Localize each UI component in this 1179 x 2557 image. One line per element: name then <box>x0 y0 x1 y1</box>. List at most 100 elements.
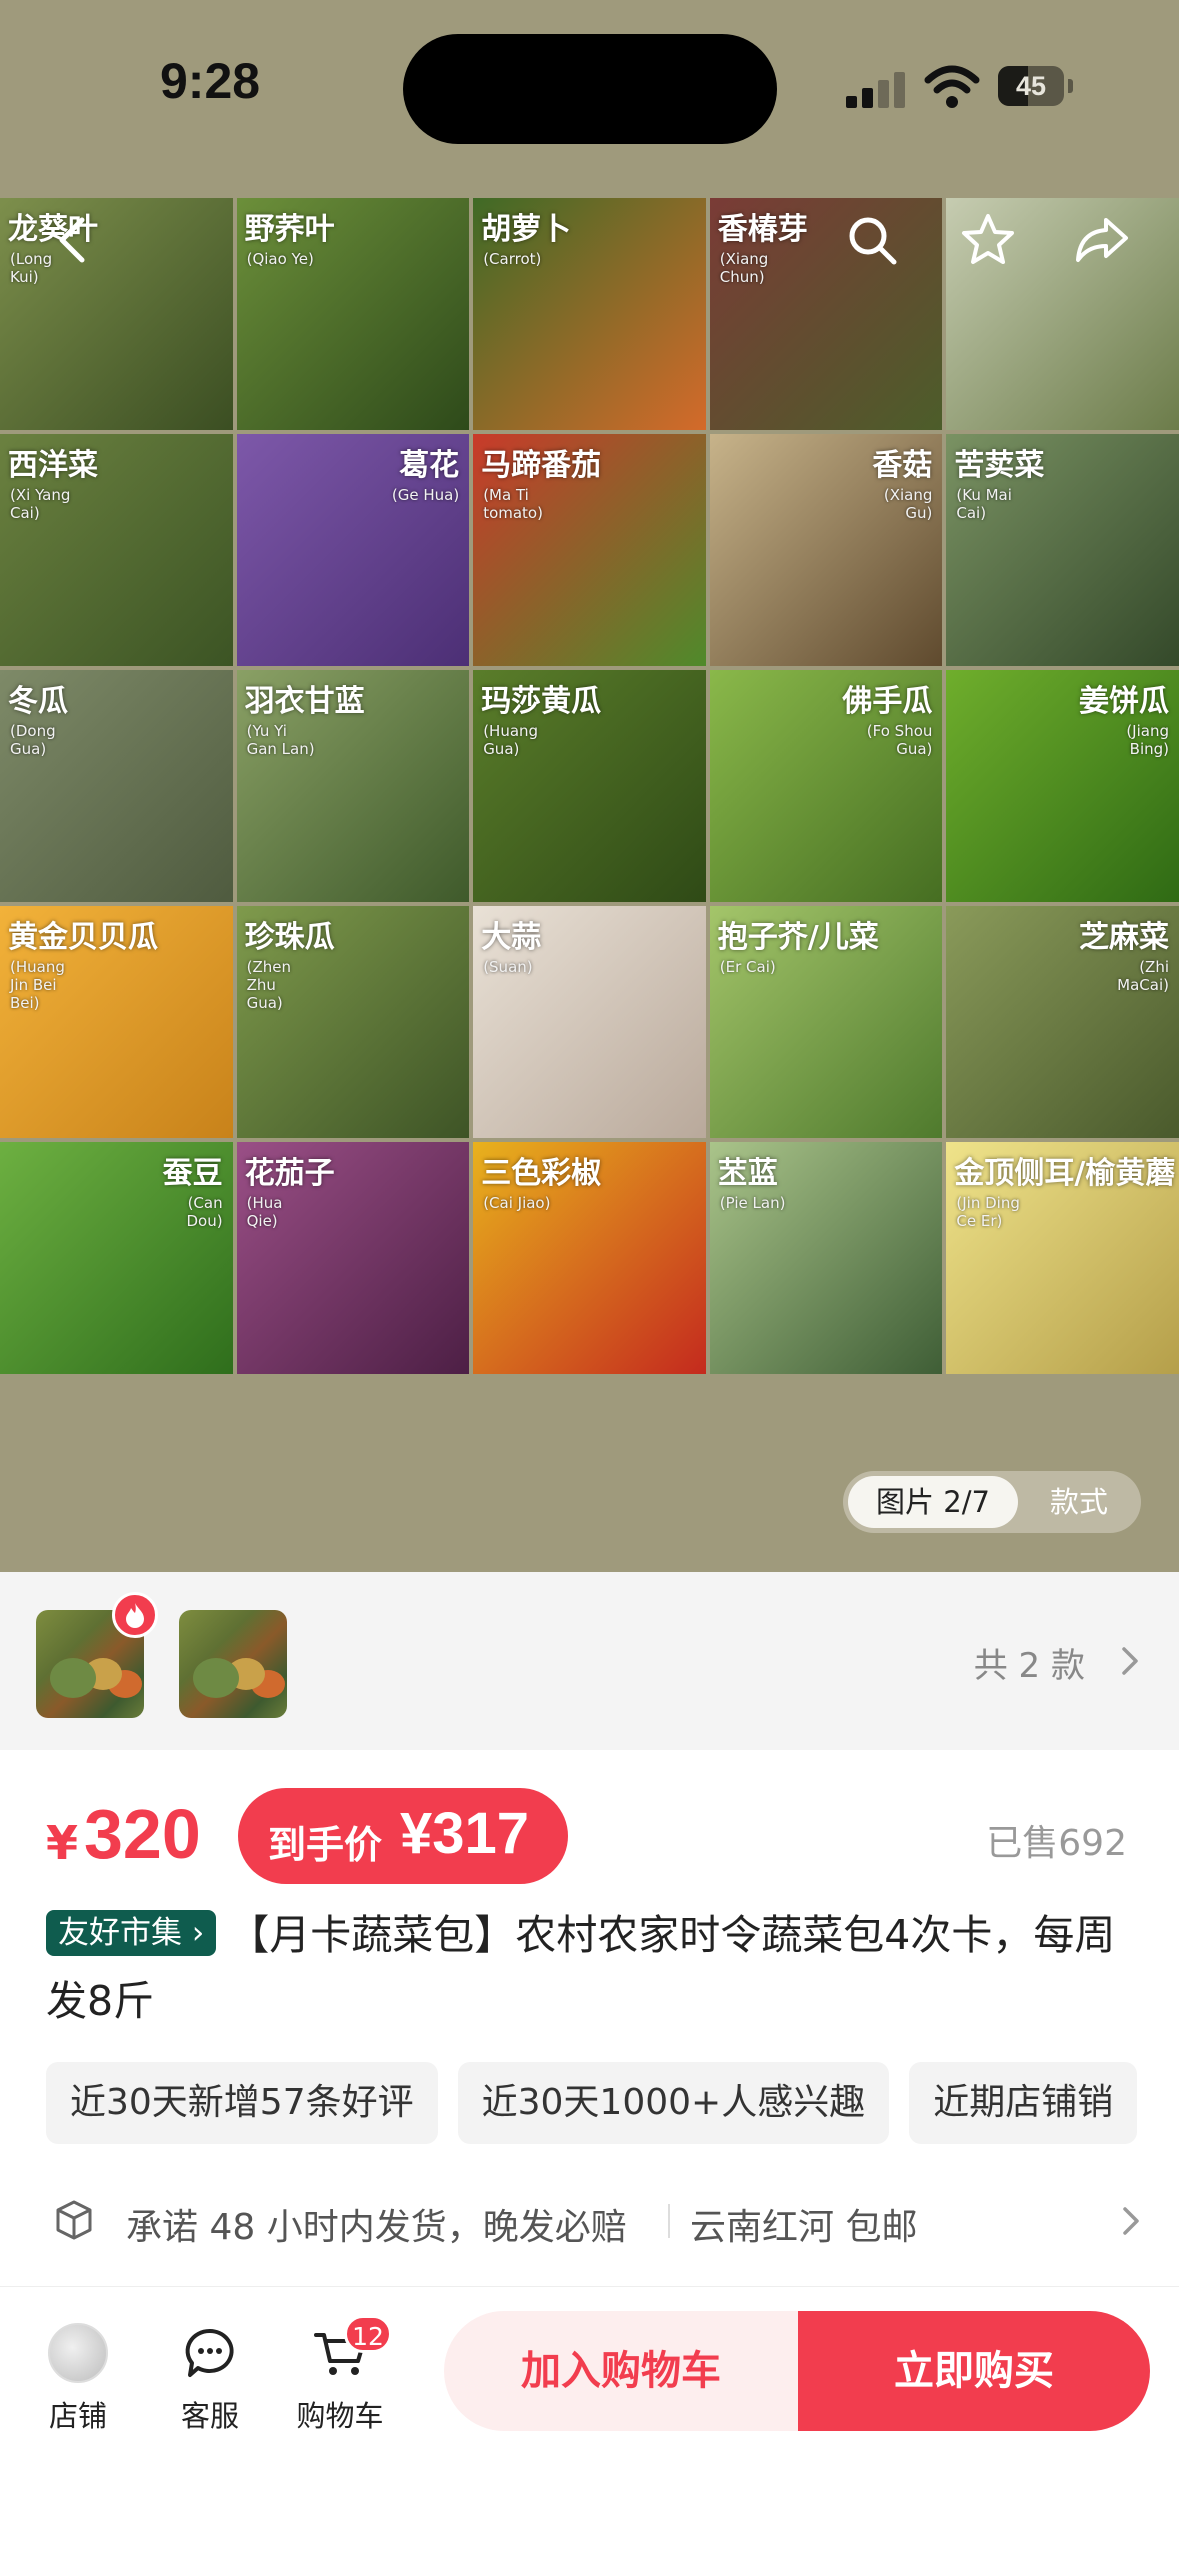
search-icon[interactable] <box>842 210 902 270</box>
style-tab[interactable]: 款式 <box>1021 1476 1137 1528</box>
vegetable-tile: 大蒜 (Suan) <box>473 906 706 1138</box>
vegetable-name: 马蹄番茄 <box>481 448 602 483</box>
sold-count: 已售692 <box>986 1823 1127 1864</box>
hot-flame-icon <box>112 1592 158 1638</box>
wifi-icon <box>924 65 980 108</box>
vegetable-tile: 黄金贝贝瓜 (Huang Jin Bei Bei) <box>0 906 233 1138</box>
vegetable-tile: 三色彩椒 (Cai Jiao) <box>473 1142 706 1374</box>
vegetable-name: 蚕豆 <box>162 1156 223 1191</box>
vegetable-pinyin: (Yu Yi Gan Lan) <box>246 722 315 758</box>
service-label: 客服 <box>180 2399 239 2433</box>
vegetable-name: 羽衣甘蓝 <box>244 684 365 719</box>
vegetable-name: 冬瓜 <box>8 684 68 719</box>
status-time: 9:28 <box>160 53 261 109</box>
chevron-right-icon[interactable] <box>1117 2204 1145 2238</box>
vegetable-tile: 玛莎黄瓜 (Huang Gua) <box>473 670 706 902</box>
share-icon[interactable] <box>1072 210 1132 270</box>
vegetable-name: 西洋菜 <box>8 448 98 483</box>
image-counter[interactable]: 图片 2/7 <box>848 1476 1018 1528</box>
price-value: 320 <box>84 1795 201 1873</box>
highlight-chips: 近30天新增57条好评 近30天1000+人感兴趣 近期店铺销 <box>46 2062 1179 2144</box>
vegetable-pinyin: (Cai Jiao) <box>483 1194 551 1212</box>
ship-from: 云南红河 包邮 <box>690 2207 918 2248</box>
package-icon <box>56 2200 92 2240</box>
vegetable-name: 芝麻菜 <box>1079 920 1169 955</box>
shop-avatar <box>48 2323 108 2383</box>
market-tag[interactable]: 友好市集 › <box>46 1910 217 1956</box>
shop-button[interactable]: 店铺 <box>18 2323 138 2435</box>
vegetable-pinyin: (Xiang Chun) <box>719 250 769 286</box>
vegetable-tile: 龙葵叶 (Long Kui) <box>0 198 233 430</box>
vegetable-pinyin: (Ge Hua) <box>391 486 460 504</box>
final-price-label: 到手价 <box>268 1823 383 1867</box>
vegetable-pinyin: (Suan) <box>483 958 533 976</box>
back-icon[interactable] <box>44 210 104 270</box>
cart-count-badge: 12 <box>344 2315 392 2353</box>
vegetable-pinyin: (Jin Ding Ce Er) <box>956 1194 1020 1230</box>
battery-icon: 45 <box>998 66 1074 106</box>
customer-service-button[interactable]: 客服 <box>150 2323 270 2435</box>
vegetable-tile: 芝麻菜 (Zhi MaCai) <box>946 906 1179 1138</box>
vegetable-name: 黄金贝贝瓜 <box>8 920 158 955</box>
vegetable-name: 香椿芽 <box>717 212 808 247</box>
vegetable-name: 抱子芥/儿菜 <box>717 920 879 955</box>
vegetable-tile: 野荞叶 (Qiao Ye) <box>236 198 470 430</box>
vegetable-tile: 花茄子 (Hua Qie) <box>236 1142 470 1374</box>
vegetable-name: 佛手瓜 <box>842 684 933 719</box>
add-to-cart-button[interactable]: 加入购物车 <box>444 2311 798 2431</box>
final-price-badge: 到手价 ¥317 <box>238 1788 568 1884</box>
chip-sales[interactable]: 近期店铺销 <box>909 2062 1138 2144</box>
vegetable-name: 金顶侧耳/榆黄蘑 <box>954 1156 1176 1191</box>
vegetable-pinyin: (Xi Yang Cai) <box>10 486 71 522</box>
vegetable-name: 野荞叶 <box>244 212 335 247</box>
vegetable-tile: 珍珠瓜 (Zhen Zhu Gua) <box>236 906 470 1138</box>
chip-reviews[interactable]: 近30天新增57条好评 <box>46 2062 438 2144</box>
vegetable-tile: 冬瓜 (Dong Gua) <box>0 670 233 902</box>
vegetable-tile: 苤蓝 (Pie Lan) <box>709 1142 943 1374</box>
vegetable-tile: 香椿芽 (Xiang Chun) <box>709 198 943 430</box>
product-gallery[interactable]: 9:28 45 龙葵叶 (Long Kui) 野荞叶 (Qiao Ye) 胡萝卜 (Car… <box>0 0 1179 1572</box>
vegetable-name: 苦荬菜 <box>954 448 1045 483</box>
variant-count[interactable]: 共 2 款 <box>974 1638 1085 1687</box>
shop-label: 店铺 <box>48 2399 107 2433</box>
shipping-promise-row[interactable]: 承诺 48 小时内发货，晚发必赔 云南红河 包邮 <box>0 2180 1179 2260</box>
vegetable-name: 苤蓝 <box>717 1156 778 1191</box>
cart-button[interactable]: 12 购物车 <box>280 2315 400 2435</box>
divider <box>668 2204 670 2238</box>
vegetable-pinyin: (Zhi MaCai) <box>1117 958 1169 994</box>
vegetable-tile: 姜饼瓜 (Jiang Bing) <box>946 670 1179 902</box>
vegetable-pinyin: (Can Dou) <box>186 1194 223 1230</box>
chevron-right-icon[interactable] <box>1115 1644 1145 1678</box>
cart-label: 购物车 <box>296 2399 384 2433</box>
price-row: ¥ 320 到手价 ¥317 已售692 <box>0 1780 1179 1890</box>
vegetable-name: 三色彩椒 <box>481 1156 602 1191</box>
product-title: 友好市集 › 【月卡蔬菜包】农村农家时令蔬菜包4次卡，每周发8斤 <box>46 1902 1146 2034</box>
battery-level: 45 <box>1015 71 1047 101</box>
image-counter-toggle[interactable]: 图片 2/7 款式 <box>843 1471 1141 1533</box>
vegetable-name: 大蒜 <box>481 920 542 955</box>
vegetable-pinyin: (Qiao Ye) <box>246 250 314 268</box>
buy-now-button[interactable]: 立即购买 <box>798 2311 1150 2431</box>
vegetable-name: 花茄子 <box>244 1156 335 1191</box>
vegetable-tile: 蚕豆 (Can Dou) <box>0 1142 233 1374</box>
chip-interest[interactable]: 近30天1000+人感兴趣 <box>457 2062 890 2144</box>
vegetable-tile: 羽衣甘蓝 (Yu Yi Gan Lan) <box>236 670 470 902</box>
variant-selector[interactable]: 共 2 款 <box>0 1572 1179 1750</box>
vegetable-tile: 胡萝卜 (Carrot) <box>473 198 706 430</box>
price-currency: ¥ <box>46 1816 79 1870</box>
vegetable-pinyin: (Hua Qie) <box>246 1194 283 1230</box>
vegetable-name: 玛莎黄瓜 <box>481 684 602 719</box>
vegetable-pinyin: (Xiang Gu) <box>883 486 933 522</box>
vegetable-name: 香菇 <box>872 448 933 483</box>
bottom-action-bar: 店铺 客服 12 购物车 加入购物车 立即购买 <box>0 2286 1179 2557</box>
shipping-promise: 承诺 48 小时内发货，晚发必赔 <box>126 2207 627 2248</box>
vegetable-pinyin: (Dong Gua) <box>10 722 56 758</box>
vegetable-pinyin: (Fo Shou Gua) <box>866 722 933 758</box>
signal-icon <box>846 70 908 108</box>
dynamic-island <box>403 34 777 144</box>
vegetable-tile: 金顶侧耳/榆黄蘑 (Jin Ding Ce Er) <box>946 1142 1179 1374</box>
variant-thumbnail[interactable] <box>179 1610 287 1718</box>
vegetable-tile: 苦荬菜 (Ku Mai Cai) <box>946 434 1179 666</box>
favorite-star-icon[interactable] <box>958 210 1018 270</box>
vegetable-name: 姜饼瓜 <box>1079 684 1169 719</box>
